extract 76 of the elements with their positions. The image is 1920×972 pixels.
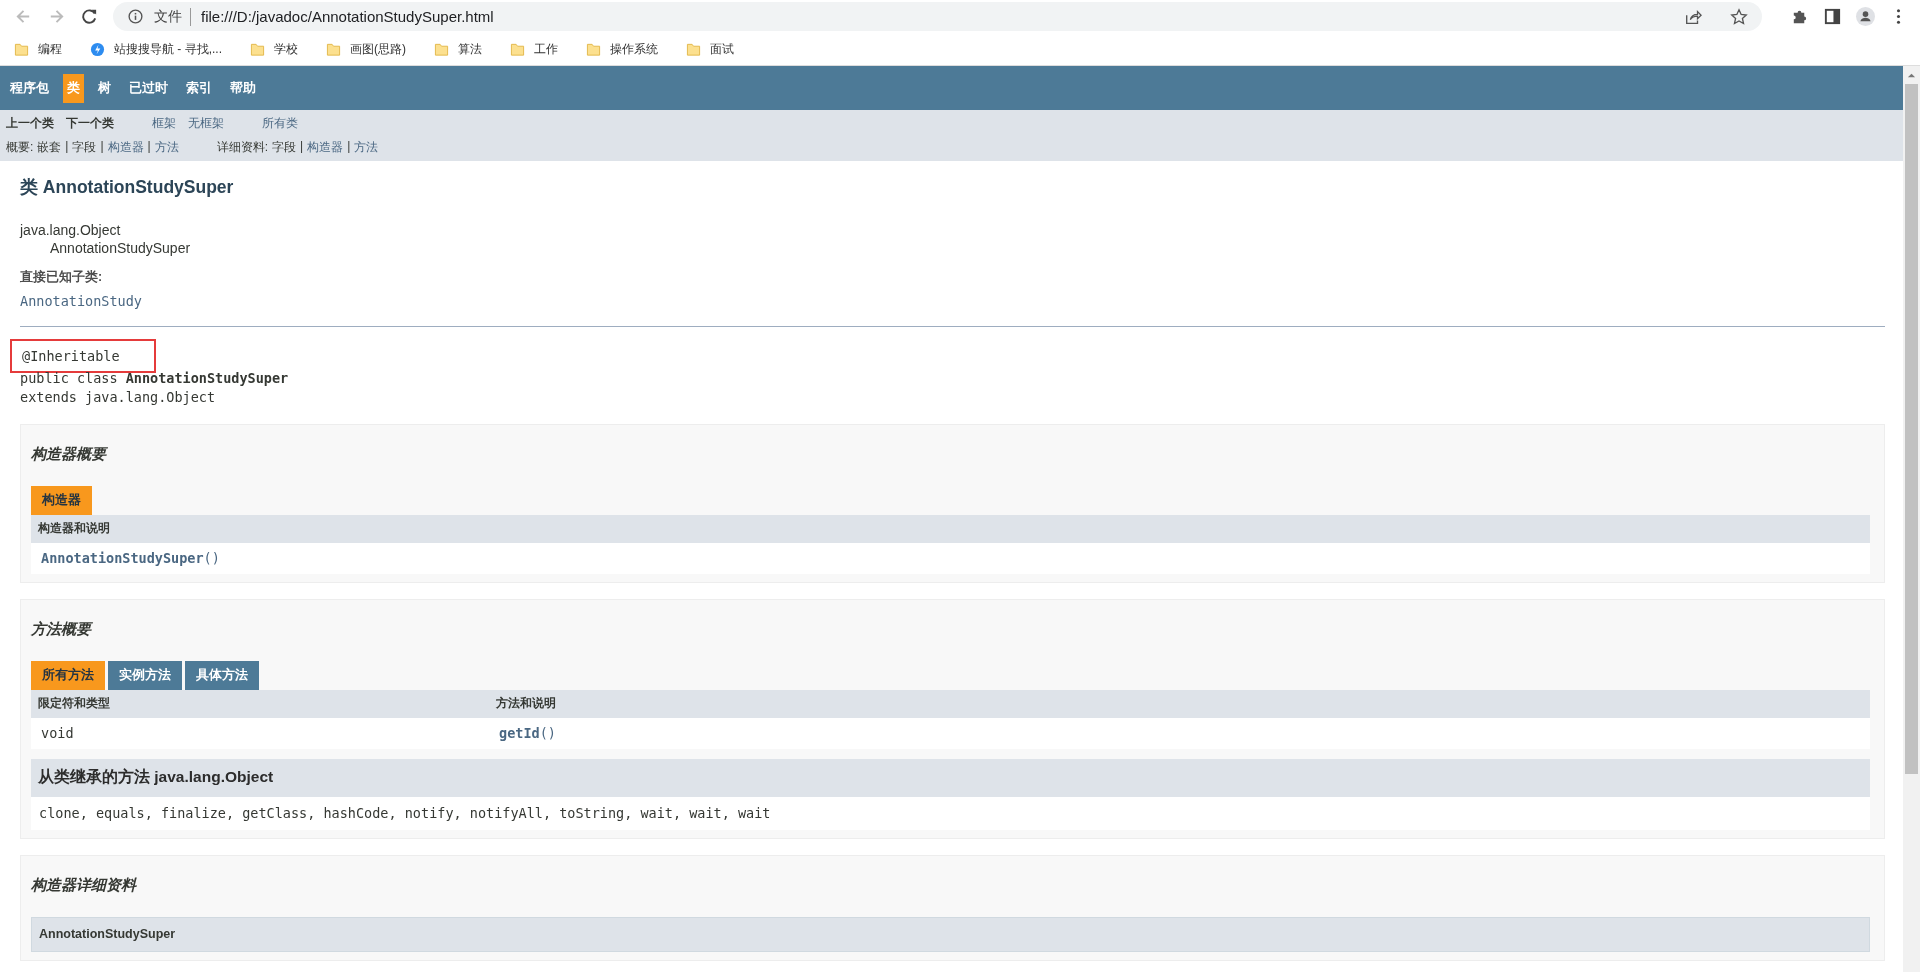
- section-heading: 方法概要: [31, 619, 94, 639]
- subclasses-label: 直接已知子类:: [20, 269, 104, 286]
- bookmark-link[interactable]: 操作系统: [610, 40, 658, 58]
- separator-text: |: [347, 138, 351, 155]
- site-icon[interactable]: [90, 41, 105, 57]
- folder-icon[interactable]: [434, 41, 449, 57]
- inherited-methods-heading: 从类继承的方法 java.lang.Object: [31, 758, 1870, 797]
- constructor-link[interactable]: AnnotationStudySuper: [41, 550, 204, 566]
- bookmark-link[interactable]: 面试: [710, 40, 734, 58]
- star-icon[interactable]: [1730, 7, 1748, 26]
- table-tab[interactable]: 所有方法: [31, 660, 105, 690]
- nav-link[interactable]: 方法: [154, 138, 179, 156]
- nav-text: 字段: [272, 138, 297, 156]
- column-header: 方法和说明: [496, 695, 557, 712]
- nav-item[interactable]: 树: [94, 73, 115, 103]
- nav-link[interactable]: 构造器: [107, 138, 144, 156]
- folder-icon[interactable]: [586, 41, 601, 57]
- separator-text: |: [100, 138, 104, 155]
- profile-icon[interactable]: [1856, 7, 1875, 26]
- inherited-methods-list: clone, equals, finalize, getClass, hashCode, notify, notifyAll, toString, wait, wait, wait: [39, 805, 771, 821]
- section-heading: 构造器详细资料: [31, 875, 138, 895]
- column-header: 构造器和说明: [38, 520, 111, 537]
- nav-link[interactable]: 构造器: [307, 138, 344, 156]
- folder-icon[interactable]: [686, 41, 701, 57]
- method-link[interactable]: getId: [499, 725, 540, 741]
- nav-item[interactable]: 已过时: [125, 73, 172, 103]
- side-panel-icon[interactable]: [1823, 7, 1842, 26]
- bookmark-link[interactable]: 学校: [274, 40, 298, 58]
- folder-icon[interactable]: [250, 41, 265, 57]
- member-heading: AnnotationStudySuper: [31, 916, 1870, 952]
- table-tab[interactable]: 构造器: [31, 485, 92, 515]
- nav-item[interactable]: 索引: [182, 73, 216, 103]
- scrollbar-thumb[interactable]: [1905, 84, 1918, 774]
- inheritance-text: AnnotationStudySuper: [50, 240, 191, 256]
- nav-link[interactable]: 框架: [152, 115, 176, 133]
- address-bar[interactable]: 文件 file:///D:/javadoc/AnnotationStudySuper.html: [113, 2, 1762, 31]
- section-heading: 构造器概要: [31, 444, 109, 464]
- table-tab[interactable]: 具体方法: [185, 660, 259, 690]
- nav-label: 详细资料:: [216, 138, 269, 156]
- separator-text: |: [300, 138, 304, 155]
- nav-text: 嵌套: [37, 138, 62, 156]
- nav-label: 概要:: [6, 138, 34, 156]
- separator-text: |: [147, 138, 151, 155]
- url-text: file:///D:/javadoc/AnnotationStudySuper.html: [201, 8, 495, 25]
- subclass-link[interactable]: AnnotationStudy: [20, 293, 142, 309]
- separator-text: |: [65, 138, 69, 155]
- bookmark-link[interactable]: 画图(思路): [350, 40, 406, 58]
- params-text: (): [203, 550, 220, 566]
- nav-link[interactable]: 无框架: [188, 115, 224, 133]
- nav-text: 字段: [72, 138, 97, 156]
- nav-item[interactable]: 帮助: [226, 73, 260, 103]
- nav-item[interactable]: 程序包: [6, 73, 53, 103]
- scroll-up-icon[interactable]: [1907, 72, 1916, 78]
- nav-text: 上一个类: [6, 115, 54, 133]
- table-tab[interactable]: 实例方法: [108, 660, 182, 690]
- nav-link[interactable]: 所有类: [262, 115, 298, 133]
- bookmark-link[interactable]: 站搜搜导航 - 寻找,...: [114, 40, 222, 58]
- bookmark-link[interactable]: 算法: [458, 40, 482, 58]
- bookmark-link[interactable]: 工作: [534, 40, 558, 58]
- folder-icon[interactable]: [14, 41, 29, 57]
- folder-icon[interactable]: [326, 41, 341, 57]
- params-text: (): [539, 725, 556, 741]
- reload-icon[interactable]: [80, 7, 99, 26]
- security-label: 文件: [154, 7, 191, 26]
- extends-text: extends java.lang.Object: [20, 388, 217, 407]
- scrollbar[interactable]: [1903, 66, 1920, 972]
- folder-icon[interactable]: [510, 41, 525, 57]
- inheritance-text: java.lang.Object: [20, 222, 121, 238]
- column-header: 限定符和类型: [38, 695, 111, 712]
- annotation-text: @Inheritable: [10, 339, 156, 373]
- bookmark-link[interactable]: 编程: [38, 40, 62, 58]
- modifier-cell-text: void: [41, 725, 75, 741]
- nav-text: 下一个类: [66, 115, 114, 133]
- class-title: 类 AnnotationStudySuper: [20, 176, 235, 199]
- nav-link[interactable]: 方法: [354, 138, 379, 156]
- info-icon[interactable]: [127, 8, 144, 25]
